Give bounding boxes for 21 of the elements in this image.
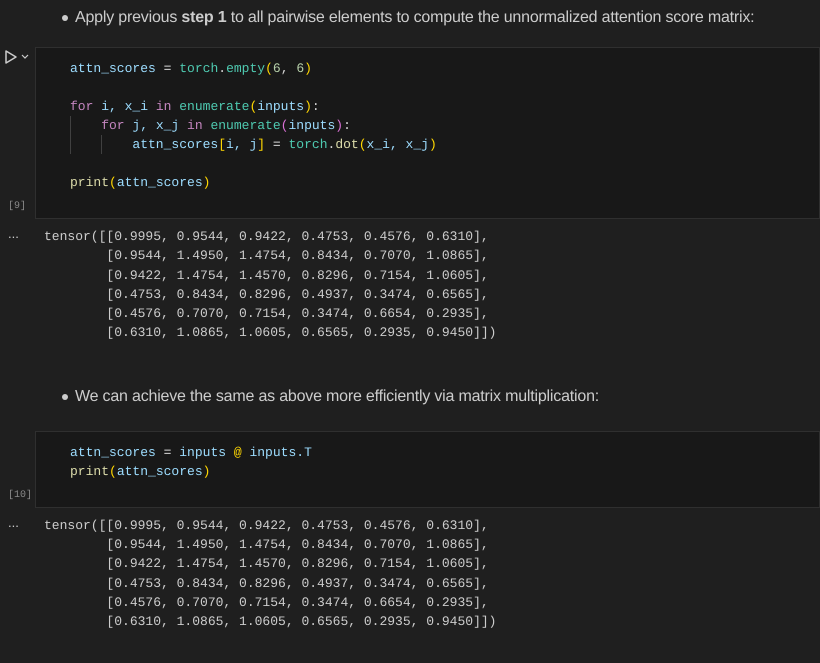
code-line: attn_scores = inputs @ inputs.T <box>70 444 312 462</box>
code-line: for j, x_j in enumerate(inputs): <box>101 116 351 135</box>
code-line: for i, x_i in enumerate(inputs): <box>70 98 320 116</box>
run-icon[interactable] <box>4 49 18 65</box>
output-menu[interactable]: ... <box>8 516 44 530</box>
output-menu[interactable]: ... <box>8 227 44 241</box>
bullet-icon <box>62 394 68 400</box>
code-line: attn_scores = torch.empty(6, 6) <box>70 60 312 78</box>
code-editor[interactable]: attn_scores = inputs @ inputs.T print(attn_scores) <box>35 430 820 508</box>
markdown-text: Apply previous step 1 to all pairwise elements to compute the unnormalized attention score matrix: <box>75 8 754 28</box>
execution-count: [9] <box>7 200 28 214</box>
chevron-icon[interactable] <box>21 54 29 60</box>
code-line: print(attn_scores) <box>70 462 210 481</box>
code-editor[interactable]: attn_scores = torch.empty(6, 6) for i, x_i in enumerate(inputs): for j, x_j in enumerate(inputs): attn_scores[i, j] = torch.dot(x_i, x_j) print(attn_scores) <box>35 47 820 219</box>
code-line: attn_scores[i, j] = torch.dot(x_i, x_j) <box>132 136 437 154</box>
bullet-icon <box>62 15 68 21</box>
markdown-text: We can achieve the same as above more efficiently via matrix multiplication: <box>75 386 600 407</box>
execution-count: [10] <box>7 488 34 503</box>
output-text: tensor([[0.9995, 0.9544, 0.9422, 0.4753, 0.4576, 0.6310], [0.9544, 1.4950, 1.4754, 0.8434, 0.7070, 1.0865], [0.9422, 1.4754, 1.4570, 0.8296, 0.7154, 1.0605], [0.4753, 0.8434, 0.8296, 0.4937, 0.3474, 0.6565], [0.4576, 0.7070, 0.7154, 0.3474, 0.6654, 0.2935], [0.6310, 1.0865, 1.0605, 0.6565, 0.2935, 0.9450]]) <box>44 516 496 632</box>
output-text: tensor([[0.9995, 0.9544, 0.9422, 0.4753, 0.4576, 0.6310], [0.9544, 1.4950, 1.4754, 0.8434, 0.7070, 1.0865], [0.9422, 1.4754, 1.4570, 0.8296, 0.7154, 1.0605], [0.4753, 0.8434, 0.8296, 0.4937, 0.3474, 0.6565], [0.4576, 0.7070, 0.7154, 0.3474, 0.6654, 0.2935], [0.6310, 1.0865, 1.0605, 0.6565, 0.2935, 0.9450]]) <box>44 228 496 342</box>
code-line: print(attn_scores) <box>70 174 210 192</box>
